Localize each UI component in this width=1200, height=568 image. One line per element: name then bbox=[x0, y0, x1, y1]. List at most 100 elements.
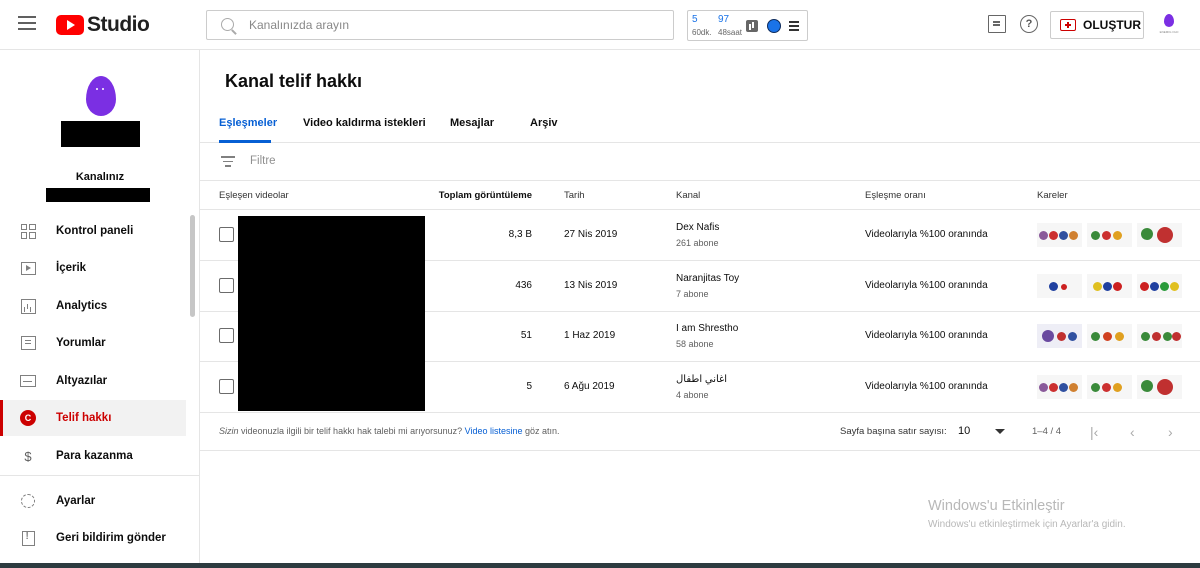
frame-thumbnail bbox=[1087, 223, 1132, 247]
create-button[interactable]: OLUŞTUR bbox=[1050, 11, 1144, 39]
redacted-channel-handle bbox=[46, 188, 150, 202]
sidebar-item-content[interactable]: İçerik bbox=[0, 250, 186, 286]
sidebar-item-feedback[interactable]: Geri bildirim gönder bbox=[0, 520, 186, 556]
sidebar: Kanalınız Kontrol paneli İçerik Analytic… bbox=[0, 50, 200, 568]
frame-thumbnail bbox=[1087, 375, 1132, 399]
youtube-play-icon bbox=[56, 15, 84, 35]
row-checkbox[interactable] bbox=[219, 328, 234, 343]
row-date: 1 Haz 2019 bbox=[564, 330, 616, 341]
gear-icon bbox=[20, 493, 36, 509]
sidebar-item-label: Kontrol paneli bbox=[56, 225, 134, 237]
sidebar-item-subtitles[interactable]: Altyazılar bbox=[0, 363, 186, 399]
sidebar-item-monetization[interactable]: $ Para kazanma bbox=[0, 438, 186, 474]
hamburger-menu-icon[interactable] bbox=[18, 16, 36, 30]
col-date[interactable]: Tarih bbox=[564, 190, 585, 201]
sidebar-scrollbar[interactable] bbox=[190, 215, 195, 317]
extension-widget[interactable]: 5 60dk. 97 48saat bbox=[687, 10, 808, 41]
previous-page-icon[interactable]: ‹ bbox=[1130, 424, 1135, 440]
frame-thumbnail bbox=[1137, 274, 1182, 298]
channel-avatar[interactable] bbox=[86, 76, 116, 116]
row-views: 8,3 B bbox=[508, 229, 532, 240]
ext-value-2: 97 bbox=[718, 14, 730, 25]
search-icon bbox=[221, 18, 234, 31]
sidebar-item-label: Geri bildirim gönder bbox=[56, 532, 166, 544]
frame-thumbnail bbox=[1087, 324, 1132, 348]
redacted-video-thumbnails bbox=[238, 216, 425, 411]
frame-thumbnail bbox=[1137, 375, 1182, 399]
row-channel-subs: 58 abone bbox=[676, 339, 714, 349]
logo-text: Studio bbox=[87, 13, 150, 36]
frame-thumbnail bbox=[1037, 223, 1082, 247]
youtube-studio-logo[interactable]: Studio bbox=[56, 13, 150, 37]
search-box[interactable] bbox=[206, 10, 674, 40]
row-checkbox[interactable] bbox=[219, 227, 234, 242]
bar-chart-icon[interactable] bbox=[746, 20, 758, 32]
chevron-down-icon[interactable] bbox=[995, 429, 1005, 434]
feedback-icon[interactable] bbox=[988, 15, 1006, 33]
first-page-icon[interactable]: |‹ bbox=[1090, 424, 1098, 440]
account-avatar[interactable]: ENEMIG OLD bbox=[1156, 12, 1182, 38]
row-channel-name[interactable]: Dex Nafis bbox=[676, 222, 719, 233]
row-channel-name[interactable]: اغاني اطفال bbox=[676, 374, 727, 385]
frame-thumbnail bbox=[1137, 223, 1182, 247]
analytics-icon bbox=[20, 298, 36, 314]
filter-bar[interactable]: Filtre bbox=[200, 143, 1200, 181]
create-label: OLUŞTUR bbox=[1083, 18, 1141, 32]
rows-per-page-label: Sayfa başına satır sayısı: bbox=[840, 426, 947, 437]
windows-activation-title: Windows'u Etkinleştir bbox=[928, 498, 1065, 514]
col-matched-videos: Eşleşen videolar bbox=[219, 190, 289, 201]
row-checkbox[interactable] bbox=[219, 278, 234, 293]
row-channel-name[interactable]: I am Shrestho bbox=[676, 323, 738, 334]
top-bar: Studio 5 60dk. 97 48saat ? OLUŞTUR ENEMI… bbox=[0, 0, 1200, 50]
frame-thumbnail bbox=[1037, 274, 1082, 298]
tab-matches[interactable]: Eşleşmeler bbox=[219, 117, 277, 129]
tab-bar: Eşleşmeler Video kaldırma istekleri Mesa… bbox=[200, 110, 1200, 143]
col-channel: Kanal bbox=[676, 190, 701, 201]
row-date: 27 Nis 2019 bbox=[564, 229, 618, 240]
tab-messages[interactable]: Mesajlar bbox=[450, 117, 494, 129]
extension-icon[interactable] bbox=[767, 19, 781, 33]
row-frames bbox=[1037, 375, 1187, 399]
sidebar-item-label: Yorumlar bbox=[56, 337, 106, 349]
next-page-icon[interactable]: › bbox=[1168, 424, 1173, 440]
ext-sub-1: 60dk. bbox=[692, 28, 712, 37]
dollar-icon: $ bbox=[24, 448, 32, 464]
channel-label: Kanalınız bbox=[75, 171, 125, 183]
content-icon bbox=[20, 260, 36, 276]
video-list-link[interactable]: Video listesine bbox=[465, 426, 523, 436]
rows-per-page-select[interactable]: 10 bbox=[958, 425, 970, 437]
search-input[interactable] bbox=[249, 11, 659, 39]
sidebar-item-label: Analytics bbox=[56, 300, 108, 312]
sidebar-item-copyright[interactable]: C Telif hakkı bbox=[0, 400, 186, 436]
row-channel-subs: 261 abone bbox=[676, 238, 719, 248]
sidebar-item-comments[interactable]: Yorumlar bbox=[0, 325, 186, 361]
row-channel-name[interactable]: Naranjitas Toy bbox=[676, 273, 739, 284]
row-match-rate: Videolarıyla %100 oranında bbox=[865, 229, 988, 240]
tab-takedown-requests[interactable]: Video kaldırma istekleri bbox=[303, 117, 426, 129]
row-match-rate: Videolarıyla %100 oranında bbox=[865, 280, 988, 291]
row-channel-subs: 4 abone bbox=[676, 390, 709, 400]
col-frames: Kareler bbox=[1037, 190, 1068, 201]
tab-archive[interactable]: Arşiv bbox=[530, 117, 558, 129]
create-video-icon bbox=[1060, 19, 1076, 31]
menu-icon[interactable] bbox=[789, 21, 799, 33]
sidebar-item-settings[interactable]: Ayarlar bbox=[0, 483, 186, 519]
sidebar-item-label: İçerik bbox=[56, 262, 87, 274]
avatar-egg-icon bbox=[1164, 14, 1174, 27]
help-icon[interactable]: ? bbox=[1020, 15, 1038, 33]
ext-value-1: 5 bbox=[692, 14, 698, 25]
row-frames bbox=[1037, 324, 1187, 348]
sidebar-item-analytics[interactable]: Analytics bbox=[0, 288, 186, 324]
col-total-views[interactable]: Toplam görüntüleme bbox=[439, 190, 532, 201]
row-frames bbox=[1037, 274, 1187, 298]
sidebar-item-dashboard[interactable]: Kontrol paneli bbox=[0, 213, 186, 249]
ext-sub-2: 48saat bbox=[718, 28, 743, 37]
row-frames bbox=[1037, 223, 1187, 247]
filter-icon[interactable] bbox=[221, 156, 235, 170]
copyright-icon: C bbox=[20, 410, 36, 426]
subtitles-icon bbox=[20, 373, 36, 389]
sidebar-item-label: Ayarlar bbox=[56, 495, 96, 507]
feedback-icon bbox=[20, 530, 36, 546]
row-checkbox[interactable] bbox=[219, 379, 234, 394]
filter-label[interactable]: Filtre bbox=[250, 155, 276, 167]
